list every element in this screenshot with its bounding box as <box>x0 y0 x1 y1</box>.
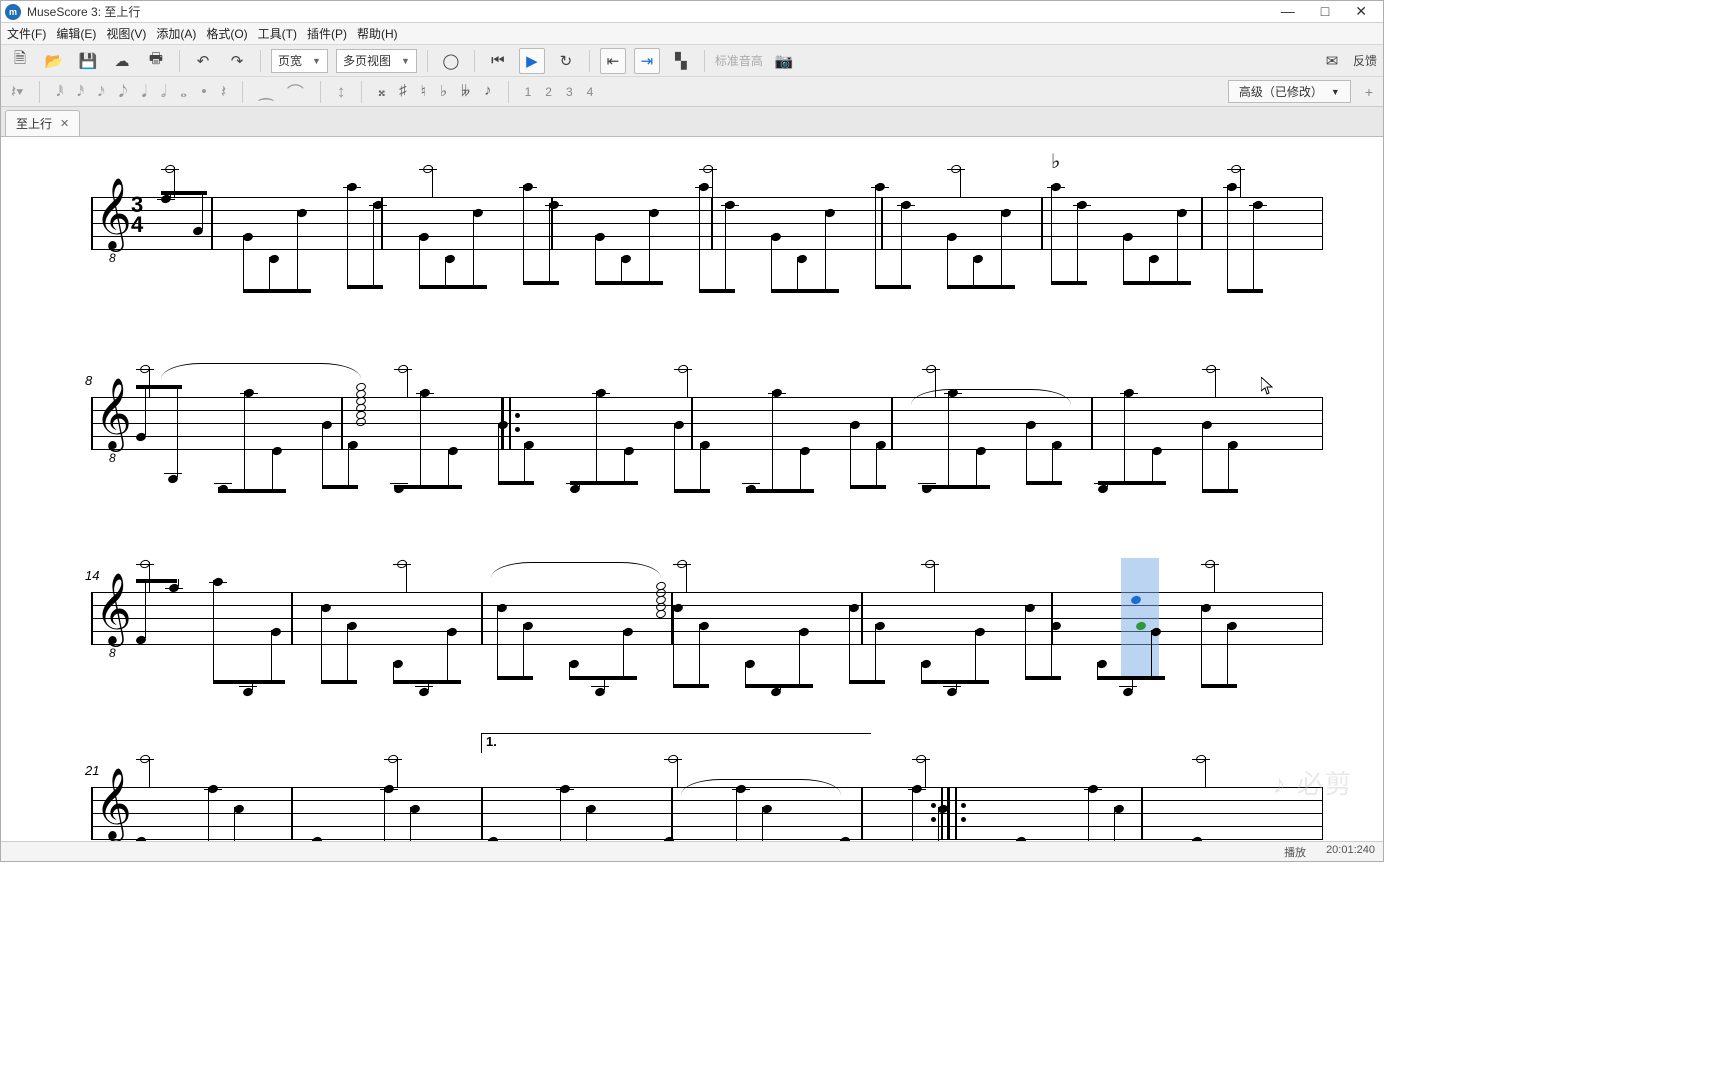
treble-clef-icon: 𝄞 <box>95 578 132 640</box>
duration-32nd-icon[interactable]: 𝅘𝅥𝅰 <box>77 84 84 100</box>
duration-dot-icon[interactable]: • <box>201 82 207 102</box>
tie-slur <box>491 562 661 578</box>
add-workspace-icon[interactable]: + <box>1365 84 1373 100</box>
staff-system: 21 1. 𝄞 8 <box>91 787 1323 839</box>
staff: 𝄞 8 <box>91 787 1323 839</box>
rewind-icon[interactable]: ⏮ <box>485 48 511 74</box>
staff: 𝄞 8 34 ♭ <box>91 197 1323 249</box>
status-bar: 播放 20:01:240 <box>1 841 1383 861</box>
staff-system: 8 𝄞 8 <box>91 397 1323 449</box>
duration-8th-icon[interactable]: 𝅘𝅥𝅮 <box>119 82 128 102</box>
title-bar: m MuseScore 3: 至上行 — □ ✕ <box>1 1 1383 23</box>
tie-icon[interactable]: ⁔ <box>259 82 273 102</box>
volta-bracket: 1. <box>481 733 871 753</box>
redo-icon[interactable]: ↷ <box>224 48 250 74</box>
play-icon[interactable]: ▶ <box>519 48 545 74</box>
duration-16th-icon[interactable]: 𝅘𝅥𝅯 <box>98 84 105 100</box>
measure-number: 8 <box>85 373 92 388</box>
note-input-toolbar: 𝄽▾ 𝅘𝅥𝅱 𝅘𝅥𝅰 𝅘𝅥𝅯 𝅘𝅥𝅮 𝅘𝅥 𝅗𝅥 𝅝 • 𝄽 ⁔ ⌒ ↕ 𝄪 ♯… <box>1 77 1383 107</box>
menu-file[interactable]: 文件(F) <box>7 25 46 42</box>
natural-icon[interactable]: ♮ <box>421 82 426 101</box>
voice-1-button[interactable]: 1 <box>525 85 532 99</box>
flat-icon[interactable]: ♭ <box>440 82 447 101</box>
duration-quarter-icon[interactable]: 𝅘𝅥 <box>141 82 146 102</box>
octave-8-label: 8 <box>109 251 116 265</box>
staff: 𝄞 8 <box>91 592 1323 644</box>
flat-accidental-icon: ♭ <box>1051 149 1060 174</box>
midi-icon[interactable]: ◯ <box>438 48 464 74</box>
voice-2-button[interactable]: 2 <box>545 85 552 99</box>
menu-format[interactable]: 格式(O) <box>206 25 247 42</box>
staff-system: 𝄞 8 34 ♭ <box>91 197 1323 249</box>
staff-system: 14 𝄞 8 <box>91 592 1323 644</box>
double-flat-icon[interactable]: 𝄫 <box>461 83 470 101</box>
flip-stem-icon[interactable]: ↕ <box>337 82 346 102</box>
note-input-mode-icon[interactable]: 𝄽▾ <box>11 82 23 102</box>
playback-cursor <box>1121 558 1159 678</box>
image-capture-icon[interactable]: 📷 <box>771 48 797 74</box>
file-toolbar: 🗎 📂 💾 ☁ 🖶 ↶ ↷ 页宽▼ 多页视图▼ ◯ ⏮ ▶ ↻ ⇤ ⇥ ▚ 标准… <box>1 45 1383 77</box>
voice-4-button[interactable]: 4 <box>587 85 594 99</box>
duration-64th-icon[interactable]: 𝅘𝅥𝅱 <box>56 84 63 100</box>
menu-plugins[interactable]: 插件(P) <box>307 25 347 42</box>
tie-slur <box>161 363 361 379</box>
document-tab-strip: 至上行 ✕ <box>1 107 1383 137</box>
treble-clef-icon: 𝄞 <box>95 773 132 835</box>
double-sharp-icon[interactable]: 𝄪 <box>378 83 385 101</box>
app-icon: m <box>5 4 21 20</box>
loop-in-icon[interactable]: ⇤ <box>600 48 626 74</box>
mouse-cursor-icon <box>1261 377 1273 395</box>
loop-out-icon[interactable]: ⇥ <box>634 48 660 74</box>
time-signature: 34 <box>131 195 143 235</box>
duration-half-icon[interactable]: 𝅗𝅥 <box>161 82 166 102</box>
feedback-mail-icon[interactable]: ✉ <box>1319 48 1345 74</box>
status-mode: 播放 <box>1284 844 1306 860</box>
close-button[interactable]: ✕ <box>1355 3 1367 20</box>
tie-slur <box>681 779 841 795</box>
treble-clef-icon: 𝄞 <box>95 183 132 245</box>
print-icon[interactable]: 🖶 <box>143 48 169 74</box>
menu-bar: 文件(F) 编辑(E) 视图(V) 添加(A) 格式(O) 工具(T) 插件(P… <box>1 23 1383 45</box>
new-file-icon[interactable]: 🗎 <box>7 48 33 74</box>
window-title: MuseScore 3: 至上行 <box>27 3 140 20</box>
octave-8-label: 8 <box>109 646 116 660</box>
cloud-save-icon[interactable]: ☁ <box>109 48 135 74</box>
slur-icon[interactable]: ⌒ <box>287 79 304 104</box>
workspace-combo[interactable]: 高级（已修改）▼ <box>1228 80 1351 103</box>
sharp-icon[interactable]: ♯ <box>399 83 407 100</box>
app-window: m MuseScore 3: 至上行 — □ ✕ 文件(F) 编辑(E) 视图(… <box>0 0 1384 862</box>
save-icon[interactable]: 💾 <box>75 48 101 74</box>
staff: 𝄞 8 <box>91 397 1323 449</box>
view-mode-combo[interactable]: 多页视图▼ <box>336 49 417 73</box>
duration-whole-icon[interactable]: 𝅝 <box>180 82 187 102</box>
undo-icon[interactable]: ↶ <box>190 48 216 74</box>
minimize-button[interactable]: — <box>1281 3 1295 20</box>
feedback-link[interactable]: 反馈 <box>1353 52 1377 69</box>
score-canvas[interactable]: 𝄞 8 34 ♭ 8 𝄞 8 <box>1 137 1383 841</box>
voice-3-button[interactable]: 3 <box>566 85 573 99</box>
maximize-button[interactable]: □ <box>1321 3 1329 20</box>
menu-view[interactable]: 视图(V) <box>106 25 146 42</box>
loop-icon[interactable]: ↻ <box>553 48 579 74</box>
octave-8-label: 8 <box>109 451 116 465</box>
treble-clef-icon: 𝄞 <box>95 383 132 445</box>
chord <box>656 582 666 617</box>
zoom-combo[interactable]: 页宽▼ <box>271 49 328 73</box>
metronome-icon[interactable]: ▚ <box>668 48 694 74</box>
document-tab-close-icon[interactable]: ✕ <box>60 117 69 130</box>
document-tab[interactable]: 至上行 ✕ <box>5 110 80 136</box>
status-position: 20:01:240 <box>1326 844 1375 860</box>
menu-edit[interactable]: 编辑(E) <box>56 25 96 42</box>
grace-note-icon[interactable]: ♪ <box>484 83 492 100</box>
chord <box>356 383 366 425</box>
rest-icon[interactable]: 𝄽 <box>221 82 226 102</box>
menu-add[interactable]: 添加(A) <box>156 25 196 42</box>
open-file-icon[interactable]: 📂 <box>41 48 67 74</box>
concert-pitch-button[interactable]: 标准音高 <box>715 52 763 69</box>
document-tab-label: 至上行 <box>16 115 52 132</box>
menu-help[interactable]: 帮助(H) <box>357 25 398 42</box>
menu-tools[interactable]: 工具(T) <box>258 25 297 42</box>
